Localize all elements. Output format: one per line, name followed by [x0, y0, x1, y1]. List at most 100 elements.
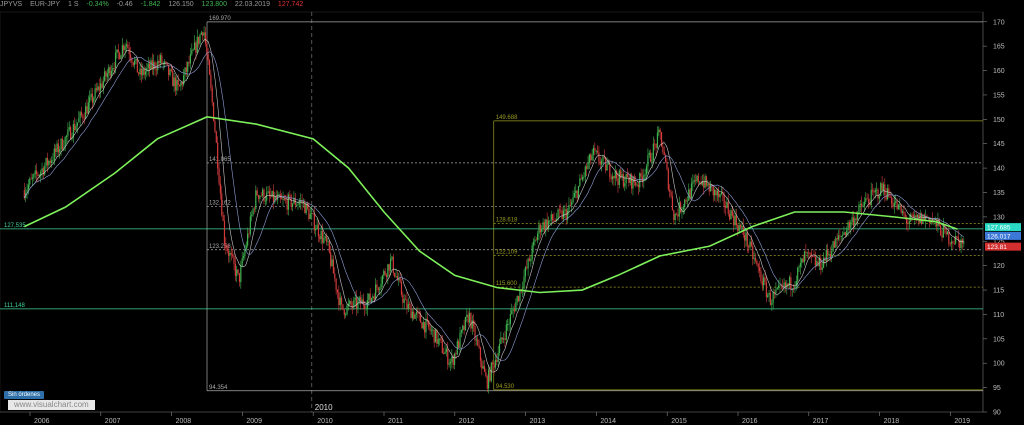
candle-body [908, 221, 910, 224]
candle-body [319, 236, 321, 240]
candle-body [434, 329, 437, 343]
candle-body [564, 209, 566, 211]
fib-level-label: 94.354 [209, 385, 228, 391]
candle-body [831, 251, 833, 257]
candle-body [75, 126, 77, 131]
candle-body [202, 32, 204, 36]
x-tick-label: 2011 [388, 418, 403, 425]
candle-body [251, 214, 253, 217]
candle-body [406, 299, 408, 309]
candle-body [765, 281, 767, 297]
candle-body [613, 175, 615, 179]
candle-body [549, 220, 551, 222]
candle-body [271, 190, 273, 197]
candle-body [346, 305, 348, 315]
x-tick-label: 2015 [671, 418, 687, 425]
candle-body [757, 264, 759, 268]
candle-body [580, 178, 582, 180]
candle-body [891, 197, 893, 205]
candle-body [690, 183, 693, 199]
candle-body [786, 283, 788, 288]
candle-body [818, 258, 821, 266]
candle-body [467, 314, 469, 323]
orders-status-badge[interactable]: Sin órdenes [4, 391, 45, 399]
candle-body [128, 48, 130, 55]
candle-body [696, 175, 698, 182]
price-chart[interactable]: 9095100105110115120125130135140145150155… [0, 0, 1024, 425]
candle-body [31, 177, 34, 179]
candle-body [805, 251, 807, 253]
candle-body [813, 256, 815, 257]
candle-body [867, 199, 870, 203]
candle-body [605, 157, 607, 171]
candle-body [50, 160, 53, 163]
candle-body [671, 196, 674, 211]
candle-body [618, 170, 620, 185]
candle-body [622, 174, 625, 187]
candle-body [313, 213, 315, 231]
candle-body [874, 189, 876, 193]
fib-level-label: 94.530 [496, 384, 515, 390]
candle-body [561, 210, 563, 219]
candle-body [775, 289, 777, 294]
candle-body [919, 213, 921, 223]
candle-body [833, 241, 836, 248]
candle-body [912, 214, 915, 218]
candle-body [170, 69, 172, 71]
candle-body [591, 154, 593, 161]
candle-body [543, 222, 546, 231]
candle-body [342, 304, 344, 310]
candle-body [59, 149, 61, 153]
candle-body [531, 245, 533, 260]
candle-body [847, 222, 849, 231]
candle-body [364, 305, 366, 309]
candle-body [778, 285, 780, 288]
candle-body [517, 295, 520, 301]
candle-body [289, 194, 291, 196]
candle-body [666, 161, 668, 170]
candle-body [955, 236, 957, 244]
candle-body [196, 36, 198, 53]
candle-body [49, 160, 51, 163]
x-tick-label: 2009 [246, 418, 262, 425]
candle-body [523, 276, 525, 289]
candle-body [862, 206, 864, 208]
candle-body [918, 214, 920, 223]
candle-body [387, 264, 389, 277]
candle-body [586, 166, 588, 169]
candle-body [637, 184, 639, 188]
candle-body [389, 258, 392, 271]
candle-body [729, 213, 731, 220]
candle-body [840, 235, 842, 237]
candle-body [677, 214, 679, 217]
candle-body [670, 191, 672, 197]
candle-body [715, 189, 717, 196]
candle-body [625, 173, 627, 184]
x-tick-label: 2016 [742, 418, 758, 425]
candle-body [803, 251, 806, 263]
candle-body [82, 115, 84, 119]
candle-body [850, 221, 852, 228]
horizontal-level-label: 111,148 [4, 303, 25, 309]
candle-body [110, 70, 113, 77]
candle-body [478, 345, 480, 348]
candle-body [832, 241, 834, 252]
candle-body [67, 129, 69, 136]
candle-body [328, 241, 330, 253]
candle-body [758, 267, 761, 272]
candle-body [599, 161, 601, 165]
candle-body [752, 245, 754, 259]
candle-body [724, 205, 727, 208]
candle-body [579, 178, 581, 186]
candle-body [316, 224, 318, 229]
candle-body [950, 241, 953, 244]
candle-body [528, 258, 531, 262]
candle-body [52, 160, 54, 161]
candle-body [97, 86, 99, 91]
y-tick-label: 150 [993, 117, 1005, 124]
candle-body [573, 193, 575, 198]
candle-body [436, 329, 438, 344]
candle-body [101, 83, 103, 88]
candle-body [645, 166, 648, 175]
candle-body [117, 49, 119, 53]
